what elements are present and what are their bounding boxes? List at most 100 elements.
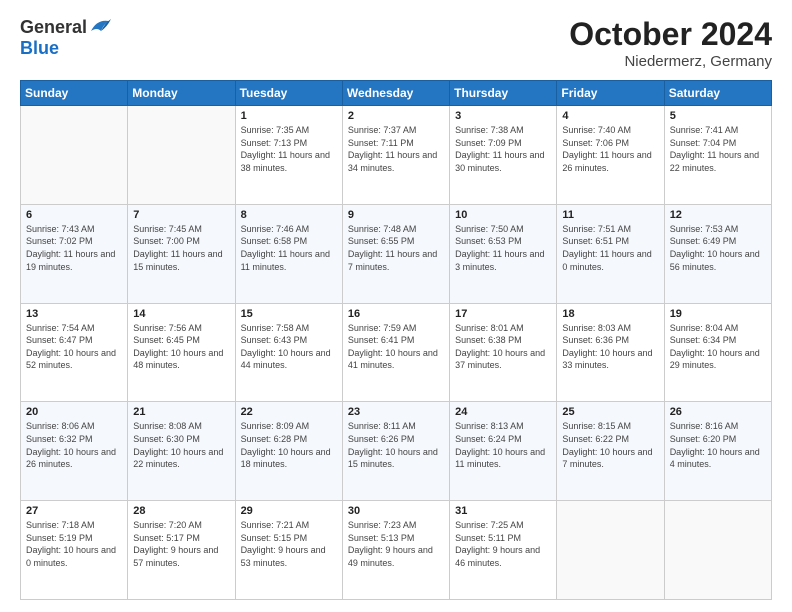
day-info: Sunrise: 7:37 AM Sunset: 7:11 PM Dayligh…	[348, 124, 444, 174]
calendar-cell: 8 Sunrise: 7:46 AM Sunset: 6:58 PM Daylig…	[235, 204, 342, 303]
calendar-cell: 17 Sunrise: 8:01 AM Sunset: 6:38 PM Dayli…	[450, 303, 557, 402]
calendar-cell: 5 Sunrise: 7:41 AM Sunset: 7:04 PM Daylig…	[664, 106, 771, 205]
day-number: 23	[348, 406, 444, 418]
day-number: 3	[455, 110, 551, 122]
weekday-header: Thursday	[450, 81, 557, 106]
day-number: 15	[241, 308, 337, 320]
calendar-week-row: 27Sunrise: 7:18 AM Sunset: 5:19 PM Dayli…	[21, 501, 772, 600]
calendar-cell	[664, 501, 771, 600]
calendar-cell: 19 Sunrise: 8:04 AM Sunset: 6:34 PM Dayli…	[664, 303, 771, 402]
calendar-cell	[557, 501, 664, 600]
calendar-cell: 9Sunrise: 7:48 AM Sunset: 6:55 PM Daylig…	[342, 204, 449, 303]
day-number: 19	[670, 308, 766, 320]
day-info: Sunrise: 8:04 AM Sunset: 6:34 PM Dayligh…	[670, 322, 766, 372]
day-info: Sunrise: 7:25 AM Sunset: 5:11 PM Dayligh…	[455, 519, 551, 569]
day-info: Sunrise: 8:16 AM Sunset: 6:20 PM Dayligh…	[670, 420, 766, 470]
day-number: 30	[348, 505, 444, 517]
calendar-cell: 6 Sunrise: 7:43 AM Sunset: 7:02 PM Daylig…	[21, 204, 128, 303]
calendar-cell: 23 Sunrise: 8:11 AM Sunset: 6:26 PM Dayli…	[342, 402, 449, 501]
calendar-week-row: 13Sunrise: 7:54 AM Sunset: 6:47 PM Dayli…	[21, 303, 772, 402]
calendar-cell: 25 Sunrise: 8:15 AM Sunset: 6:22 PM Dayli…	[557, 402, 664, 501]
day-info: Sunrise: 8:06 AM Sunset: 6:32 PM Dayligh…	[26, 420, 122, 470]
calendar-cell: 3 Sunrise: 7:38 AM Sunset: 7:09 PM Daylig…	[450, 106, 557, 205]
day-number: 17	[455, 308, 551, 320]
day-number: 25	[562, 406, 658, 418]
calendar-week-row: 1Sunrise: 7:35 AM Sunset: 7:13 PM Daylig…	[21, 106, 772, 205]
day-info: Sunrise: 8:15 AM Sunset: 6:22 PM Dayligh…	[562, 420, 658, 470]
calendar-cell: 22 Sunrise: 8:09 AM Sunset: 6:28 PM Dayli…	[235, 402, 342, 501]
page: General Blue October 2024 Niedermerz, Ge…	[0, 0, 792, 612]
calendar-cell: 14 Sunrise: 7:56 AM Sunset: 6:45 PM Dayli…	[128, 303, 235, 402]
weekday-header: Monday	[128, 81, 235, 106]
day-number: 8	[241, 209, 337, 221]
day-info: Sunrise: 7:46 AM Sunset: 6:58 PM Dayligh…	[241, 223, 337, 273]
day-info: Sunrise: 8:09 AM Sunset: 6:28 PM Dayligh…	[241, 420, 337, 470]
day-number: 7	[133, 209, 229, 221]
day-info: Sunrise: 7:43 AM Sunset: 7:02 PM Dayligh…	[26, 223, 122, 273]
day-info: Sunrise: 7:51 AM Sunset: 6:51 PM Dayligh…	[562, 223, 658, 273]
weekday-header: Tuesday	[235, 81, 342, 106]
day-number: 20	[26, 406, 122, 418]
day-info: Sunrise: 7:23 AM Sunset: 5:13 PM Dayligh…	[348, 519, 444, 569]
calendar-cell: 31 Sunrise: 7:25 AM Sunset: 5:11 PM Dayli…	[450, 501, 557, 600]
calendar-cell	[21, 106, 128, 205]
day-number: 26	[670, 406, 766, 418]
calendar-cell: 7 Sunrise: 7:45 AM Sunset: 7:00 PM Daylig…	[128, 204, 235, 303]
day-number: 21	[133, 406, 229, 418]
day-info: Sunrise: 7:58 AM Sunset: 6:43 PM Dayligh…	[241, 322, 337, 372]
location: Niedermerz, Germany	[569, 53, 772, 70]
day-number: 16	[348, 308, 444, 320]
calendar-cell: 10 Sunrise: 7:50 AM Sunset: 6:53 PM Dayli…	[450, 204, 557, 303]
calendar-cell: 26 Sunrise: 8:16 AM Sunset: 6:20 PM Dayli…	[664, 402, 771, 501]
calendar-cell: 4 Sunrise: 7:40 AM Sunset: 7:06 PM Daylig…	[557, 106, 664, 205]
day-info: Sunrise: 7:56 AM Sunset: 6:45 PM Dayligh…	[133, 322, 229, 372]
day-number: 31	[455, 505, 551, 517]
day-number: 28	[133, 505, 229, 517]
day-info: Sunrise: 7:20 AM Sunset: 5:17 PM Dayligh…	[133, 519, 229, 569]
calendar-cell: 16 Sunrise: 7:59 AM Sunset: 6:41 PM Dayli…	[342, 303, 449, 402]
day-info: Sunrise: 8:11 AM Sunset: 6:26 PM Dayligh…	[348, 420, 444, 470]
title-block: October 2024 Niedermerz, Germany	[569, 16, 772, 70]
calendar-cell: 11 Sunrise: 7:51 AM Sunset: 6:51 PM Dayli…	[557, 204, 664, 303]
day-number: 22	[241, 406, 337, 418]
calendar-cell: 21Sunrise: 8:08 AM Sunset: 6:30 PM Dayli…	[128, 402, 235, 501]
calendar-cell: 27Sunrise: 7:18 AM Sunset: 5:19 PM Dayli…	[21, 501, 128, 600]
day-number: 9	[348, 209, 444, 221]
day-info: Sunrise: 8:01 AM Sunset: 6:38 PM Dayligh…	[455, 322, 551, 372]
day-info: Sunrise: 7:41 AM Sunset: 7:04 PM Dayligh…	[670, 124, 766, 174]
calendar-cell: 15 Sunrise: 7:58 AM Sunset: 6:43 PM Dayli…	[235, 303, 342, 402]
calendar-cell: 1Sunrise: 7:35 AM Sunset: 7:13 PM Daylig…	[235, 106, 342, 205]
calendar-cell: 13Sunrise: 7:54 AM Sunset: 6:47 PM Dayli…	[21, 303, 128, 402]
day-info: Sunrise: 7:50 AM Sunset: 6:53 PM Dayligh…	[455, 223, 551, 273]
day-info: Sunrise: 7:21 AM Sunset: 5:15 PM Dayligh…	[241, 519, 337, 569]
logo-blue: Blue	[20, 38, 59, 59]
logo-bird-icon	[89, 16, 111, 36]
calendar-week-row: 20 Sunrise: 8:06 AM Sunset: 6:32 PM Dayli…	[21, 402, 772, 501]
day-number: 14	[133, 308, 229, 320]
day-info: Sunrise: 8:13 AM Sunset: 6:24 PM Dayligh…	[455, 420, 551, 470]
calendar-table: SundayMondayTuesdayWednesdayThursdayFrid…	[20, 80, 772, 600]
day-number: 11	[562, 209, 658, 221]
calendar-cell: 2Sunrise: 7:37 AM Sunset: 7:11 PM Daylig…	[342, 106, 449, 205]
calendar-cell: 30 Sunrise: 7:23 AM Sunset: 5:13 PM Dayli…	[342, 501, 449, 600]
day-info: Sunrise: 7:38 AM Sunset: 7:09 PM Dayligh…	[455, 124, 551, 174]
day-number: 5	[670, 110, 766, 122]
day-info: Sunrise: 7:59 AM Sunset: 6:41 PM Dayligh…	[348, 322, 444, 372]
day-number: 10	[455, 209, 551, 221]
day-info: Sunrise: 7:40 AM Sunset: 7:06 PM Dayligh…	[562, 124, 658, 174]
day-number: 6	[26, 209, 122, 221]
calendar-cell	[128, 106, 235, 205]
calendar-cell: 24Sunrise: 8:13 AM Sunset: 6:24 PM Dayli…	[450, 402, 557, 501]
day-info: Sunrise: 7:53 AM Sunset: 6:49 PM Dayligh…	[670, 223, 766, 273]
calendar-header-row: SundayMondayTuesdayWednesdayThursdayFrid…	[21, 81, 772, 106]
header: General Blue October 2024 Niedermerz, Ge…	[20, 16, 772, 70]
calendar-cell: 18Sunrise: 8:03 AM Sunset: 6:36 PM Dayli…	[557, 303, 664, 402]
day-info: Sunrise: 7:45 AM Sunset: 7:00 PM Dayligh…	[133, 223, 229, 273]
day-info: Sunrise: 8:03 AM Sunset: 6:36 PM Dayligh…	[562, 322, 658, 372]
day-number: 27	[26, 505, 122, 517]
day-number: 4	[562, 110, 658, 122]
calendar-week-row: 6 Sunrise: 7:43 AM Sunset: 7:02 PM Daylig…	[21, 204, 772, 303]
calendar-cell: 12Sunrise: 7:53 AM Sunset: 6:49 PM Dayli…	[664, 204, 771, 303]
logo: General Blue	[20, 16, 111, 59]
weekday-header: Wednesday	[342, 81, 449, 106]
